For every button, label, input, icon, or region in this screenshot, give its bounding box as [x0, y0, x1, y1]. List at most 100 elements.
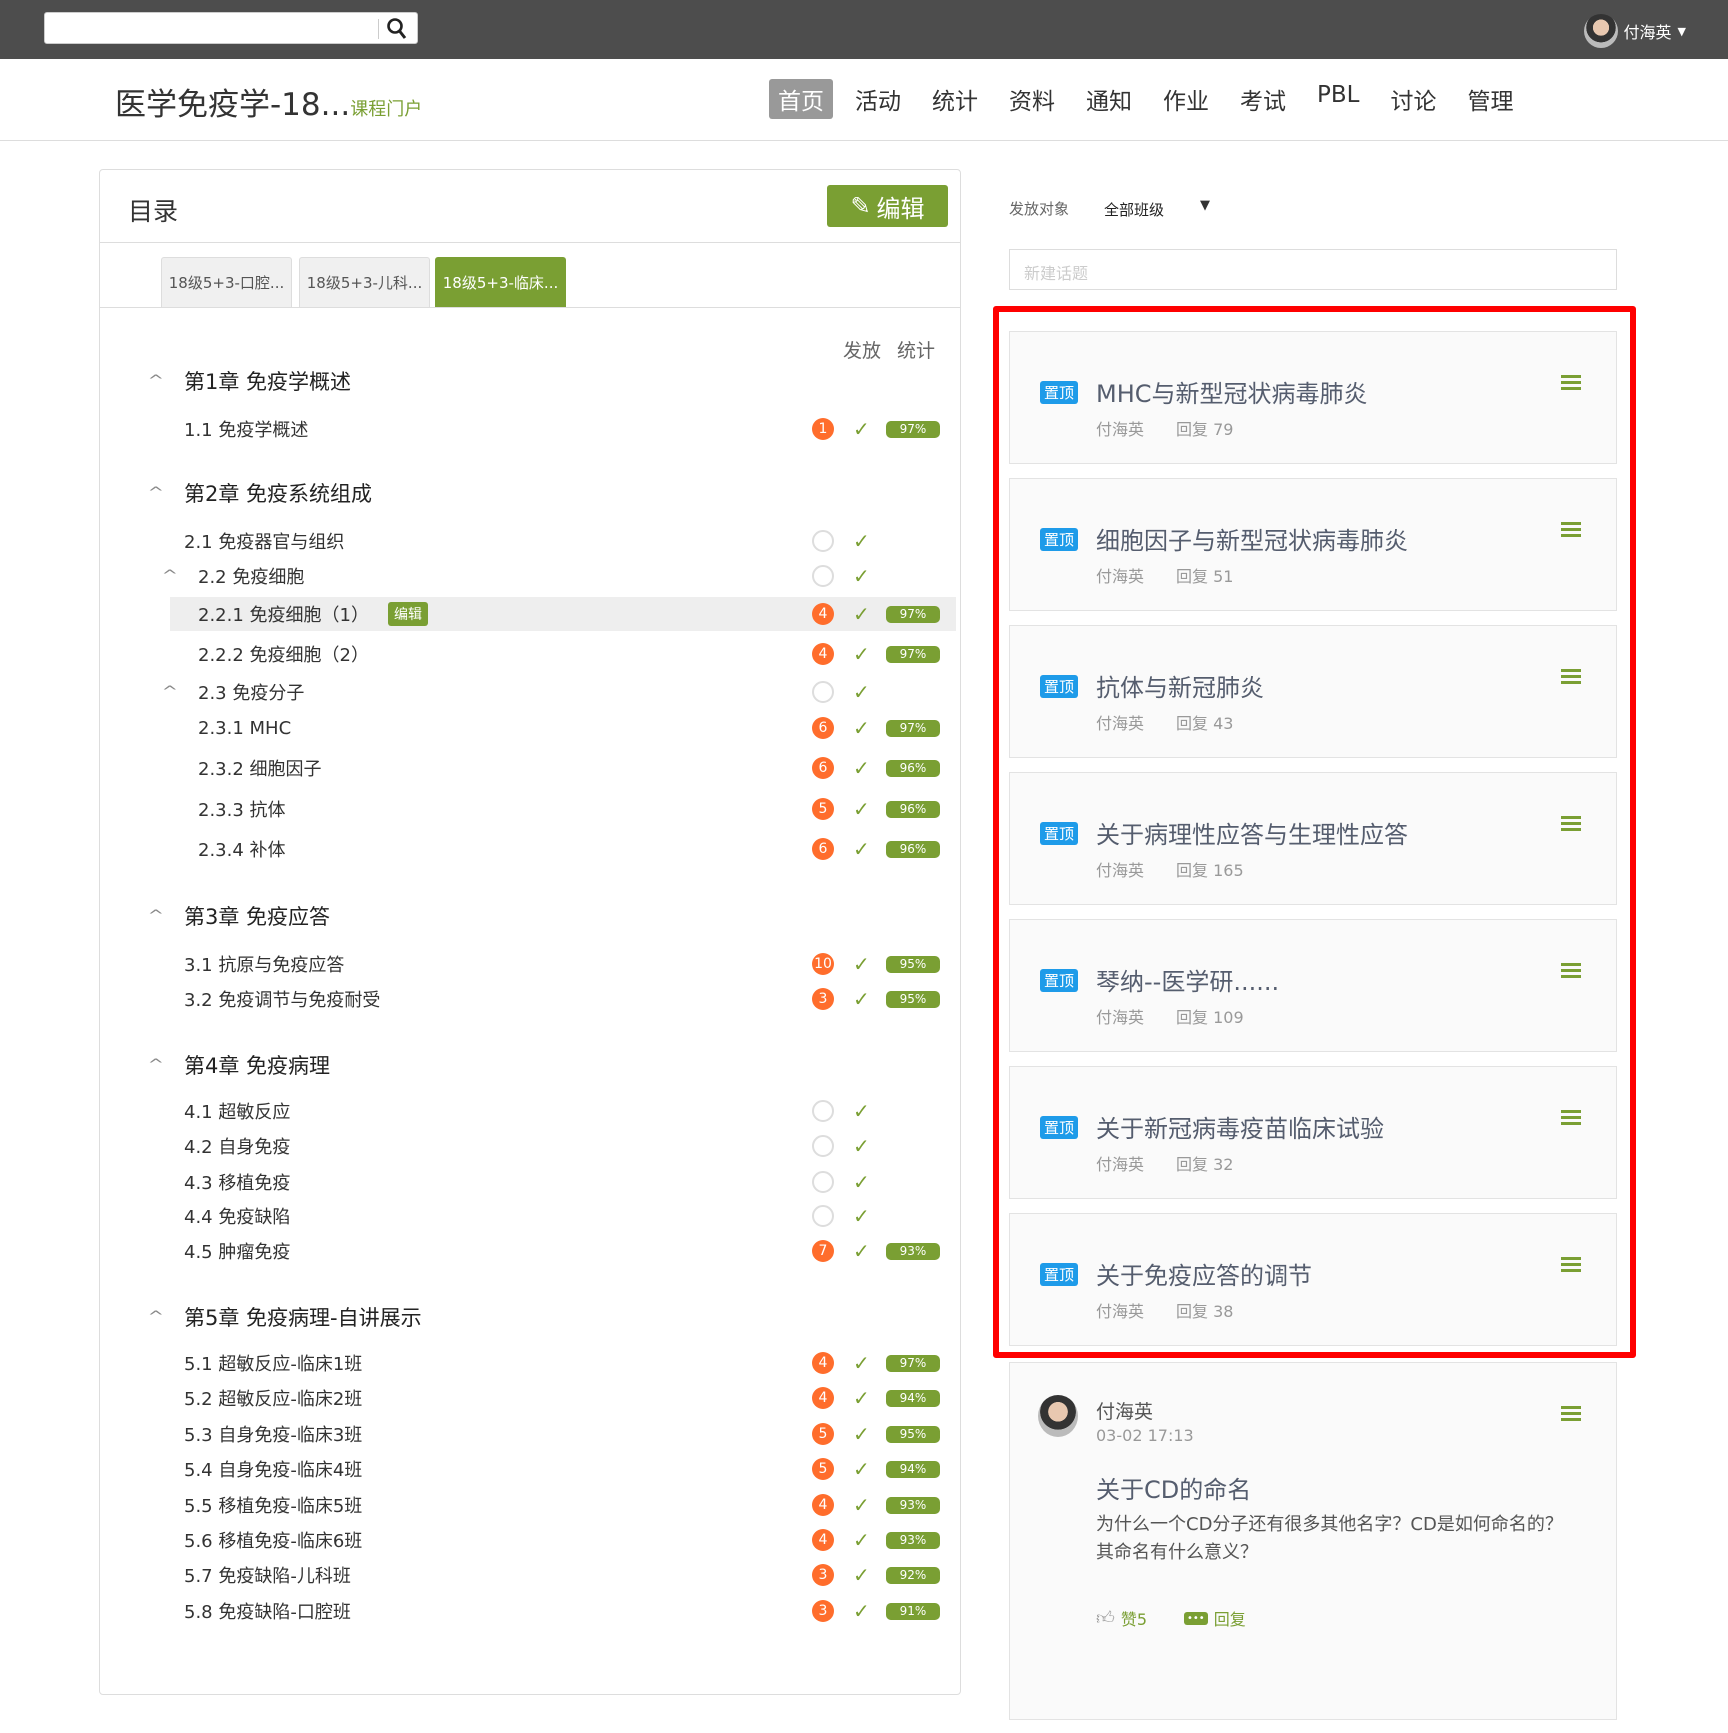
check-icon: ✓ [853, 1528, 870, 1552]
progress-badge[interactable]: 92% [886, 1566, 940, 1584]
section-row[interactable]: 3.1 抗原与免疫应答 10 ✓ 95% [100, 947, 960, 981]
progress-badge[interactable]: 95% [886, 955, 940, 973]
task-count-badge: 7 [812, 1240, 834, 1262]
collapse-caret-icon[interactable]: ^ [148, 485, 164, 501]
section-row[interactable]: ^ 2.2 免疫细胞 ✓ [100, 559, 960, 593]
nav-item[interactable]: 管理 [1458, 79, 1522, 119]
section-row[interactable]: 5.7 免疫缺陷-儿科班 3 ✓ 92% [100, 1558, 960, 1592]
row-label: 4.3 移植免疫 [184, 1173, 291, 1194]
progress-badge[interactable]: 94% [886, 1389, 940, 1407]
section-row[interactable]: 2.3.2 细胞因子 6 ✓ 96% [100, 751, 960, 785]
task-count-badge: 3 [812, 1600, 834, 1622]
section-row[interactable]: 2.3.1 MHC 6 ✓ 97% [100, 711, 960, 745]
row-label: 第3章 免疫应答 [184, 905, 331, 929]
section-row[interactable]: 5.8 免疫缺陷-口腔班 3 ✓ 91% [100, 1594, 960, 1628]
dropdown-arrow-icon[interactable]: ▼ [1200, 198, 1210, 213]
nav-item[interactable]: 通知 [1077, 79, 1141, 119]
section-row[interactable]: 4.4 免疫缺陷 ✓ [100, 1199, 960, 1233]
nav-item[interactable]: PBL [1308, 79, 1368, 119]
collapse-caret-icon[interactable]: ^ [162, 568, 178, 584]
check-icon: ✓ [853, 756, 870, 780]
task-count-badge: 5 [812, 1458, 834, 1480]
section-row[interactable]: 3.2 免疫调节与免疫耐受 3 ✓ 95% [100, 982, 960, 1016]
section-row[interactable]: 5.6 移植免疫-临床6班 4 ✓ 93% [100, 1523, 960, 1557]
reply-button[interactable]: ••• 回复 [1184, 1606, 1246, 1630]
nav-item[interactable]: 作业 [1154, 79, 1218, 119]
class-tab[interactable]: 18级5+3-儿科... [299, 257, 430, 307]
section-row[interactable]: ^ 2.3 免疫分子 ✓ [100, 675, 960, 709]
class-tab[interactable]: 18级5+3-口腔... [161, 257, 292, 307]
nav-item[interactable]: 首页 [769, 79, 833, 119]
course-portal-link[interactable]: 课程门户 [350, 99, 422, 120]
chapter-row[interactable]: ^ 第1章 免疫学概述 [100, 364, 960, 398]
toc-panel: 目录 ✎ 编辑 18级5+3-口腔... 18级5+3-儿科... 18级5+3-临床… [99, 169, 961, 1695]
avatar [1038, 1395, 1078, 1437]
section-row[interactable]: 5.5 移植免疫-临床5班 4 ✓ 93% [100, 1488, 960, 1522]
progress-badge[interactable]: 91% [886, 1602, 940, 1620]
new-topic-input[interactable]: 新建话题 [1009, 249, 1617, 290]
section-row[interactable]: 5.2 超敏反应-临床2班 4 ✓ 94% [100, 1381, 960, 1415]
row-label: 4.5 肿瘤免疫 [184, 1242, 291, 1263]
nav-item[interactable]: 统计 [923, 79, 987, 119]
collapse-caret-icon[interactable]: ^ [148, 1309, 164, 1325]
row-label: 3.2 免疫调节与免疫耐受 [184, 990, 381, 1011]
class-tab[interactable]: 18级5+3-临床... [435, 257, 566, 307]
section-row[interactable]: 1.1 免疫学概述 1 ✓ 97% [100, 412, 960, 446]
collapse-caret-icon[interactable]: ^ [148, 908, 164, 924]
task-count-badge: 1 [812, 418, 834, 440]
section-row[interactable]: 2.2.2 免疫细胞（2） 4 ✓ 97% [100, 637, 960, 671]
col-release: 发放 [843, 340, 882, 362]
progress-badge[interactable]: 95% [886, 1425, 940, 1443]
nav-item[interactable]: 资料 [1000, 79, 1064, 119]
search-input[interactable] [44, 12, 418, 44]
row-label: 2.3.2 细胞因子 [198, 759, 322, 780]
chapter-row[interactable]: ^ 第2章 免疫系统组成 [100, 476, 960, 510]
progress-badge[interactable]: 97% [886, 1354, 940, 1372]
section-row[interactable]: 2.3.4 补体 6 ✓ 96% [100, 832, 960, 866]
section-row[interactable]: 4.1 超敏反应 ✓ [100, 1094, 960, 1128]
task-count-badge: 6 [812, 757, 834, 779]
section-row[interactable]: 4.3 移植免疫 ✓ [100, 1165, 960, 1199]
progress-badge[interactable]: 96% [886, 800, 940, 818]
section-row[interactable]: 2.1 免疫器官与组织 ✓ [100, 524, 960, 558]
section-row[interactable]: 4.5 肿瘤免疫 7 ✓ 93% [100, 1234, 960, 1268]
collapse-caret-icon[interactable]: ^ [148, 373, 164, 389]
progress-badge[interactable]: 93% [886, 1496, 940, 1514]
progress-badge[interactable]: 97% [886, 645, 940, 663]
progress-badge[interactable]: 96% [886, 759, 940, 777]
nav-item[interactable]: 活动 [846, 79, 910, 119]
chapter-row[interactable]: ^ 第3章 免疫应答 [100, 899, 960, 933]
post-title[interactable]: 关于CD的命名 [1096, 1470, 1251, 1505]
inline-edit-button[interactable]: 编辑 [388, 602, 428, 626]
row-label: 5.2 超敏反应-临床2班 [184, 1389, 363, 1410]
chapter-row[interactable]: ^ 第4章 免疫病理 [100, 1048, 960, 1082]
section-row[interactable]: 2.3.3 抗体 5 ✓ 96% [100, 792, 960, 826]
progress-badge[interactable]: 97% [886, 719, 940, 737]
progress-badge[interactable]: 94% [886, 1460, 940, 1478]
progress-badge[interactable]: 97% [886, 605, 940, 623]
user-menu[interactable]: 付海英 ▼ [1583, 14, 1686, 48]
section-row[interactable]: 5.3 自身免疫-临床3班 5 ✓ 95% [100, 1417, 960, 1451]
section-row[interactable]: 5.1 超敏反应-临床1班 4 ✓ 97% [100, 1346, 960, 1380]
progress-badge[interactable]: 96% [886, 840, 940, 858]
progress-badge[interactable]: 95% [886, 990, 940, 1008]
collapse-caret-icon[interactable]: ^ [148, 1057, 164, 1073]
section-row[interactable]: 4.2 自身免疫 ✓ [100, 1129, 960, 1163]
progress-badge[interactable]: 97% [886, 420, 940, 438]
row-label: 5.4 自身免疫-临床4班 [184, 1460, 363, 1481]
edit-button[interactable]: ✎ 编辑 [827, 185, 948, 227]
row-label: 3.1 抗原与免疫应答 [184, 955, 345, 976]
like-button[interactable]: 👍︎ 赞5 [1096, 1606, 1147, 1630]
progress-badge[interactable]: 93% [886, 1242, 940, 1260]
search-icon[interactable] [385, 17, 409, 41]
nav-item[interactable]: 考试 [1231, 79, 1295, 119]
chapter-row[interactable]: ^ 第5章 免疫病理-自讲展示 [100, 1300, 960, 1334]
progress-badge[interactable]: 93% [886, 1531, 940, 1549]
menu-icon[interactable] [1561, 1406, 1581, 1424]
section-row[interactable]: 5.4 自身免疫-临床4班 5 ✓ 94% [100, 1452, 960, 1486]
check-icon: ✓ [853, 529, 870, 553]
nav-item[interactable]: 讨论 [1381, 79, 1445, 119]
section-row[interactable]: 2.2.1 免疫细胞（1） 编辑 4 ✓ 97% [170, 597, 956, 631]
collapse-caret-icon[interactable]: ^ [162, 684, 178, 700]
target-select[interactable]: 全部班级 [1104, 199, 1164, 220]
